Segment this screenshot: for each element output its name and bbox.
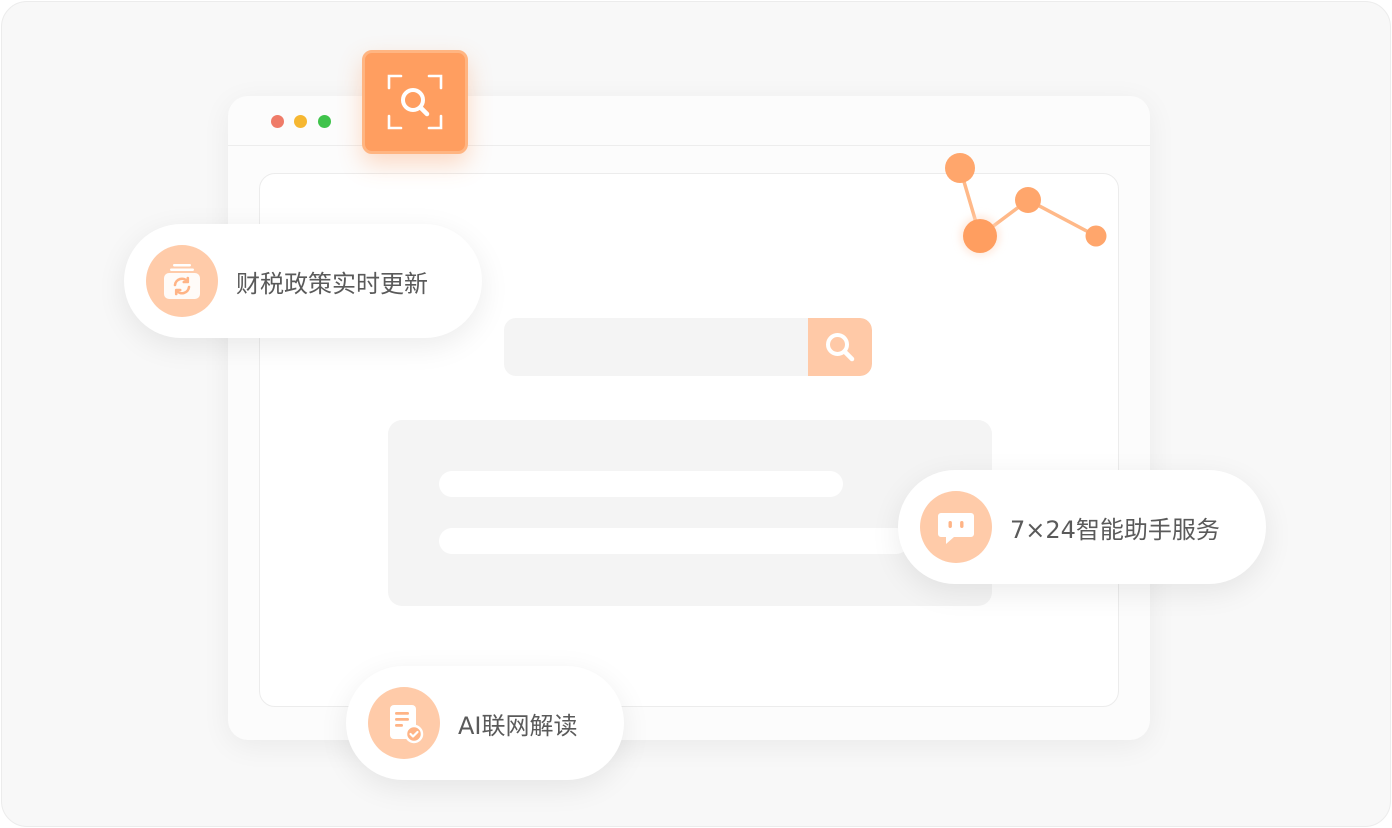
window-maximize-dot	[318, 115, 331, 128]
pill-icon-circle	[146, 245, 218, 317]
feature-pill-policy-update: 财税政策实时更新	[124, 224, 482, 338]
document-check-icon	[390, 705, 424, 744]
feature-label: AI联网解读	[458, 711, 578, 740]
window-close-dot	[271, 115, 284, 128]
chat-bubble-icon	[938, 513, 974, 544]
window-minimize-dot	[294, 115, 307, 128]
feature-label: 7×24智能助手服务	[1010, 515, 1220, 544]
pill-icon-circle	[920, 491, 992, 563]
search-button	[808, 318, 872, 376]
network-graph-decoration	[945, 153, 1107, 256]
feature-label: 财税政策实时更新	[236, 269, 428, 298]
feature-pill-ai-reading: AI联网解读	[346, 666, 624, 780]
pill-icon-circle	[368, 687, 440, 759]
feature-pill-assistant: 7×24智能助手服务	[898, 470, 1266, 584]
scan-search-icon	[387, 74, 443, 130]
placeholder-line	[439, 528, 909, 554]
search-icon	[826, 333, 855, 362]
scan-search-badge	[362, 50, 468, 154]
search-bar	[504, 318, 872, 376]
refresh-folder-icon	[164, 264, 200, 299]
placeholder-line	[439, 471, 843, 497]
